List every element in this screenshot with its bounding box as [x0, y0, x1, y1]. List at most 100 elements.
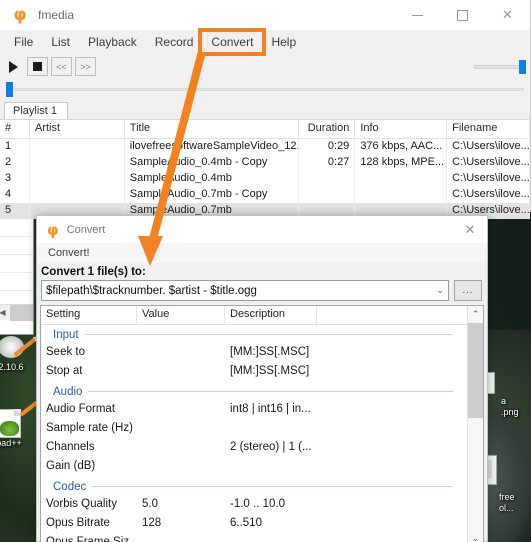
next-button[interactable]: >> — [75, 57, 96, 76]
scroll-up-icon[interactable]: ⌃ — [468, 306, 483, 323]
tab-playlist-1[interactable]: Playlist 1 — [4, 102, 69, 119]
settings-vertical-scrollbar[interactable]: ⌃ ⌄ — [467, 306, 483, 542]
cell-info: 376 kbps, AAC... — [355, 139, 448, 155]
setting-value[interactable] — [137, 534, 225, 542]
settings-row[interactable]: Seek to [MM:]SS[.MSC] — [41, 344, 467, 363]
cell-artist — [30, 187, 125, 203]
menu-item-playback[interactable]: Playback — [79, 32, 146, 52]
output-path-value: $filepath\$tracknumber. $artist - $title… — [46, 284, 257, 297]
setting-value[interactable]: 5.0 — [137, 496, 225, 515]
setting-description: 2 (stereo) | 1 (... — [230, 441, 312, 453]
setting-value[interactable] — [137, 401, 225, 420]
desktop-icon-png-file[interactable]: a .png — [501, 396, 531, 418]
setting-description — [225, 458, 317, 477]
background-window-left[interactable]: ◀ — [0, 200, 34, 335]
stop-icon — [33, 62, 42, 71]
setting-value[interactable] — [137, 420, 225, 439]
group-label: Input — [53, 328, 79, 341]
setting-description: [MM:]SS[.MSC] — [230, 365, 310, 377]
background-window-row — [0, 255, 33, 273]
column-header-extra[interactable] — [317, 306, 467, 324]
background-window-hscrollbar[interactable]: ◀ — [0, 304, 33, 321]
previous-button[interactable]: << — [51, 57, 72, 76]
table-row[interactable]: 2 SampleAudio_0.4mb - Copy 0:27 128 kbps… — [0, 155, 530, 171]
convert-dialog-close-button[interactable]: ✕ — [453, 216, 487, 243]
menu-item-list[interactable]: List — [42, 32, 79, 52]
settings-row[interactable]: Stop at [MM:]SS[.MSC] — [41, 363, 467, 382]
settings-row[interactable]: Audio Format int8 | int16 | in... — [41, 401, 467, 420]
output-path-combobox[interactable]: $filepath\$tracknumber. $artist - $title… — [41, 280, 449, 301]
desktop-icon-label: a .png — [501, 396, 519, 417]
settings-group-header: Codec — [41, 477, 467, 496]
setting-name: Stop at — [46, 365, 83, 377]
title-bar: φ fmedia ✕ — [0, 0, 530, 30]
convert-dialog-title: Convert — [66, 223, 106, 236]
scroll-left-icon[interactable]: ◀ — [0, 308, 10, 317]
setting-value[interactable] — [137, 439, 225, 458]
settings-row[interactable]: Opus Frame Siz... — [41, 534, 467, 542]
setting-name: Vorbis Quality — [46, 498, 117, 510]
cell-number: 4 — [0, 187, 30, 203]
column-header-description[interactable]: Description — [225, 306, 317, 324]
play-button[interactable] — [3, 57, 24, 76]
stop-button[interactable] — [27, 57, 48, 76]
scroll-track[interactable] — [468, 323, 483, 530]
cell-duration: 0:27 — [299, 155, 356, 171]
column-header-value[interactable]: Value — [137, 306, 225, 324]
column-header-info[interactable]: Info — [355, 120, 448, 138]
cell-title: SampleAudio_0.4mb - Copy — [125, 155, 300, 171]
settings-row[interactable]: Vorbis Quality 5.0 -1.0 .. 10.0 — [41, 496, 467, 515]
settings-table: Setting Value Description Input Seek to … — [41, 306, 467, 542]
fmedia-main-window: φ fmedia ✕ File List Playback Record Con… — [0, 0, 531, 219]
volume-slider[interactable] — [474, 60, 526, 74]
table-row[interactable]: 4 SampleAudio_0.7mb - Copy C:\Users\ilov… — [0, 187, 530, 203]
cell-filename: C:\Users\ilove... — [447, 187, 530, 203]
table-row[interactable]: 3 SampleAudio_0.4mb C:\Users\ilove... — [0, 171, 530, 187]
settings-row[interactable]: Gain (dB) — [41, 458, 467, 477]
table-row[interactable]: 1 ilovefreesoftwareSampleVideo_12... 0:2… — [0, 139, 530, 155]
column-header-filename[interactable]: Filename — [447, 120, 530, 138]
desktop-icon-free-tool[interactable]: free ol... — [499, 492, 531, 514]
column-header-artist[interactable]: Artist — [30, 120, 125, 138]
scroll-thumb[interactable] — [468, 323, 483, 419]
column-header-setting[interactable]: Setting — [41, 306, 137, 324]
menu-item-convert-action[interactable]: Convert! — [44, 245, 94, 261]
setting-name: Sample rate (Hz) — [46, 422, 133, 434]
seek-slider[interactable] — [0, 79, 530, 99]
column-header-title[interactable]: Title — [125, 120, 300, 138]
chevron-down-icon[interactable]: ⌄ — [436, 281, 444, 300]
seek-thumb[interactable] — [6, 81, 13, 97]
cell-filename: C:\Users\ilove... — [447, 155, 530, 171]
browse-button[interactable]: ... — [454, 280, 482, 301]
close-button[interactable]: ✕ — [485, 0, 530, 30]
menu-item-record[interactable]: Record — [146, 32, 203, 52]
desktop-icon-notepadpp[interactable]: pad++ — [0, 408, 32, 449]
settings-table-wrapper: Setting Value Description Input Seek to … — [40, 305, 484, 542]
settings-row[interactable]: Channels 2 (stereo) | 1 (... — [41, 439, 467, 458]
playlist-table: # Artist Title Duration Info Filename 1 … — [0, 119, 530, 219]
cell-artist — [30, 139, 125, 155]
maximize-button[interactable] — [440, 0, 485, 30]
setting-value[interactable]: 128 — [137, 515, 225, 534]
settings-row[interactable]: Opus Bitrate 128 6..510 — [41, 515, 467, 534]
menu-item-convert[interactable]: Convert — [198, 28, 267, 56]
setting-value[interactable] — [137, 344, 225, 363]
menu-item-help[interactable]: Help — [262, 32, 305, 52]
scroll-down-icon[interactable]: ⌄ — [468, 530, 483, 542]
settings-row[interactable]: Sample rate (Hz) — [41, 420, 467, 439]
menu-item-file[interactable]: File — [5, 32, 42, 52]
setting-value[interactable] — [137, 458, 225, 477]
column-header-duration[interactable]: Duration — [299, 120, 356, 138]
cell-info — [355, 187, 448, 203]
setting-value[interactable] — [137, 363, 225, 382]
column-header-number[interactable]: # — [0, 120, 30, 138]
cell-number: 3 — [0, 171, 30, 187]
volume-track[interactable] — [474, 65, 522, 69]
seek-track[interactable] — [14, 87, 524, 91]
cell-info: 128 kbps, MPE... — [355, 155, 448, 171]
volume-thumb[interactable] — [519, 60, 526, 74]
minimize-button[interactable] — [395, 0, 440, 30]
cell-number: 2 — [0, 155, 30, 171]
hscroll-thumb[interactable] — [10, 304, 33, 321]
cell-title: SampleAudio_0.4mb — [125, 171, 300, 187]
